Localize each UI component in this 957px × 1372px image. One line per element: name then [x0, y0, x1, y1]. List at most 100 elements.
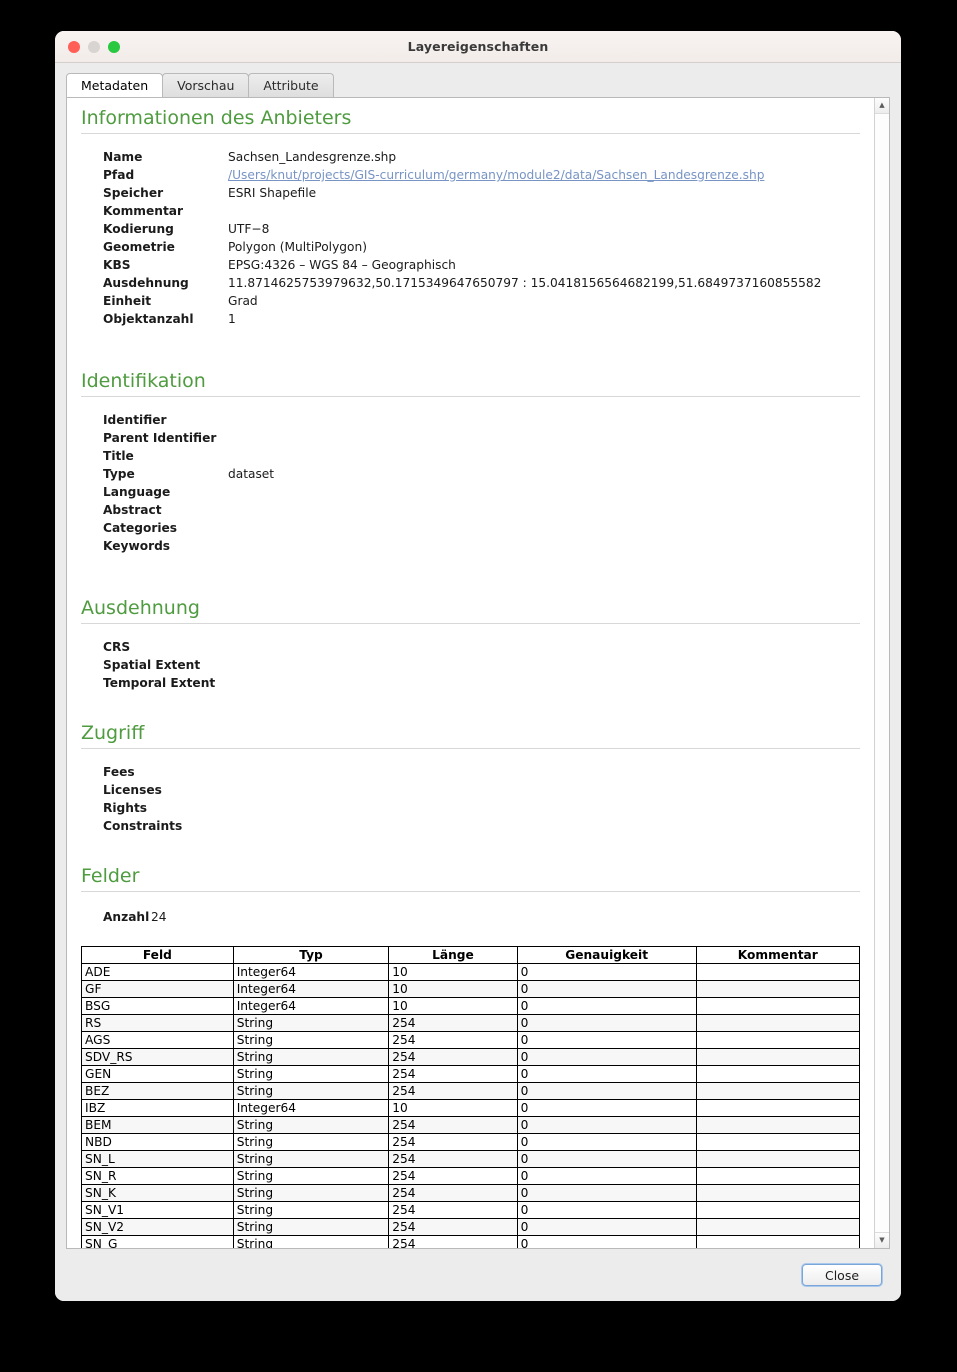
table-row[interactable]: BEM String 254 0	[81, 1116, 861, 1134]
heading-access: Zugriff	[81, 722, 860, 749]
window-controls	[68, 41, 120, 53]
property-key: Geometrie	[103, 240, 175, 254]
cell-genauigkeit: 0	[516, 1116, 697, 1134]
minimize-window-button[interactable]	[88, 41, 100, 53]
column-header-feld[interactable]: Feld	[81, 946, 234, 964]
tab-vorschau[interactable]: Vorschau	[162, 73, 250, 97]
metadata-scroll-content: Informationen des Anbieters Name Sachsen_…	[67, 98, 874, 1248]
cell-typ: Integer64	[232, 1099, 390, 1117]
cell-feld: GF	[81, 980, 234, 998]
cell-kommentar	[695, 1235, 861, 1248]
cell-kommentar	[695, 1150, 861, 1168]
table-row[interactable]: SN_K String 254 0	[81, 1184, 861, 1202]
vertical-scrollbar[interactable]: ▲ ▼	[874, 98, 889, 1248]
property-value	[228, 537, 860, 555]
cell-typ: String	[232, 1014, 390, 1032]
property-row: Abstract	[103, 501, 860, 519]
table-row[interactable]: SN_V2 String 254 0	[81, 1218, 861, 1236]
cell-genauigkeit: 0	[516, 997, 697, 1015]
property-value: Polygon (MultiPolygon)	[228, 240, 367, 254]
table-row[interactable]: GF Integer64 10 0	[81, 980, 861, 998]
cell-genauigkeit: 0	[516, 1048, 697, 1066]
property-row: Ausdehnung 11.8714625753979632,50.1715349…	[103, 274, 860, 292]
property-key: Rights	[103, 801, 148, 815]
cell-typ: String	[232, 1082, 390, 1100]
property-row: Title	[103, 447, 860, 465]
close-button[interactable]: Close	[802, 1264, 882, 1286]
table-row[interactable]: NBD String 254 0	[81, 1133, 861, 1151]
cell-typ: String	[232, 1133, 390, 1151]
cell-genauigkeit: 0	[516, 1150, 697, 1168]
heading-provider: Informationen des Anbieters	[81, 107, 860, 134]
extent-properties: CRS Spatial Extent Temporal Extent	[81, 628, 860, 692]
table-row[interactable]: ADE Integer64 10 0	[81, 963, 861, 981]
property-row: Speicher ESRI Shapefile	[103, 184, 860, 202]
column-header-typ[interactable]: Typ	[232, 946, 390, 964]
cell-laenge: 254	[388, 1218, 518, 1236]
cell-laenge: 254	[388, 1133, 518, 1151]
scroll-down-arrow-icon[interactable]: ▼	[874, 1232, 889, 1248]
cell-genauigkeit: 0	[516, 1184, 697, 1202]
property-key: Language	[103, 485, 171, 499]
table-row[interactable]: RS String 254 0	[81, 1014, 861, 1032]
property-key: Ausdehnung	[103, 276, 189, 290]
cell-laenge: 254	[388, 1116, 518, 1134]
heading-extent: Ausdehnung	[81, 597, 860, 624]
cell-typ: String	[232, 1201, 390, 1219]
zoom-window-button[interactable]	[108, 41, 120, 53]
access-properties: Fees Licenses Rights Constraints	[81, 753, 860, 835]
table-row[interactable]: SN_G String 254 0	[81, 1235, 861, 1248]
tab-attribute[interactable]: Attribute	[248, 73, 334, 97]
property-value	[228, 429, 860, 447]
table-row[interactable]: SDV_RS String 254 0	[81, 1048, 861, 1066]
property-value	[228, 781, 860, 799]
property-row: KBS EPSG:4326 – WGS 84 – Geographisch	[103, 256, 860, 274]
property-value: dataset	[228, 467, 275, 481]
cell-typ: String	[232, 1167, 390, 1185]
property-row: Pfad/Users/knut/projects/GIS-curriculum/…	[103, 166, 860, 184]
property-row: Geometrie Polygon (MultiPolygon)	[103, 238, 860, 256]
cell-laenge: 254	[388, 1201, 518, 1219]
cell-kommentar	[695, 1167, 861, 1185]
close-window-button[interactable]	[68, 41, 80, 53]
table-row[interactable]: AGS String 254 0	[81, 1031, 861, 1049]
cell-feld: GEN	[81, 1065, 234, 1083]
table-row[interactable]: BEZ String 254 0	[81, 1082, 861, 1100]
cell-kommentar	[695, 1048, 861, 1066]
metadata-pane: Informationen des Anbieters Name Sachsen_…	[66, 97, 890, 1249]
property-key: Spatial Extent	[103, 658, 201, 672]
property-row: Parent Identifier	[103, 429, 860, 447]
property-key: Abstract	[103, 503, 162, 517]
table-row[interactable]: SN_V1 String 254 0	[81, 1201, 861, 1219]
scroll-up-arrow-icon[interactable]: ▲	[874, 98, 889, 114]
cell-kommentar	[695, 1201, 861, 1219]
cell-feld: BSG	[81, 997, 234, 1015]
column-header-kommentar[interactable]: Kommentar	[695, 946, 861, 964]
tab-metadaten[interactable]: Metadaten	[66, 73, 164, 97]
table-row[interactable]: SN_R String 254 0	[81, 1167, 861, 1185]
cell-typ: String	[232, 1235, 390, 1248]
property-key: Type	[103, 467, 135, 481]
table-row[interactable]: SN_L String 254 0	[81, 1150, 861, 1168]
property-value	[228, 501, 860, 519]
identification-properties: Identifier Parent Identifier Title Type d…	[81, 401, 860, 555]
property-value: /Users/knut/projects/GIS-curriculum/germ…	[228, 166, 860, 184]
file-path-link[interactable]: /Users/knut/projects/GIS-curriculum/germ…	[228, 168, 764, 182]
table-row[interactable]: IBZ Integer64 10 0	[81, 1099, 861, 1117]
cell-laenge: 254	[388, 1184, 518, 1202]
column-header-laenge[interactable]: Länge	[388, 946, 518, 964]
cell-feld: SN_R	[81, 1167, 234, 1185]
table-row[interactable]: BSG Integer64 10 0	[81, 997, 861, 1015]
cell-feld: SN_V1	[81, 1201, 234, 1219]
column-header-genauigkeit[interactable]: Genauigkeit	[516, 946, 697, 964]
scrollbar-track[interactable]	[874, 114, 889, 1232]
property-value	[228, 483, 860, 501]
cell-feld: SN_G	[81, 1235, 234, 1248]
table-row[interactable]: GEN String 254 0	[81, 1065, 861, 1083]
heading-fields: Felder	[81, 865, 860, 892]
cell-kommentar	[695, 1014, 861, 1032]
field-count-row: Anzahl 24	[81, 896, 860, 926]
property-value	[228, 763, 860, 781]
cell-kommentar	[695, 1133, 861, 1151]
